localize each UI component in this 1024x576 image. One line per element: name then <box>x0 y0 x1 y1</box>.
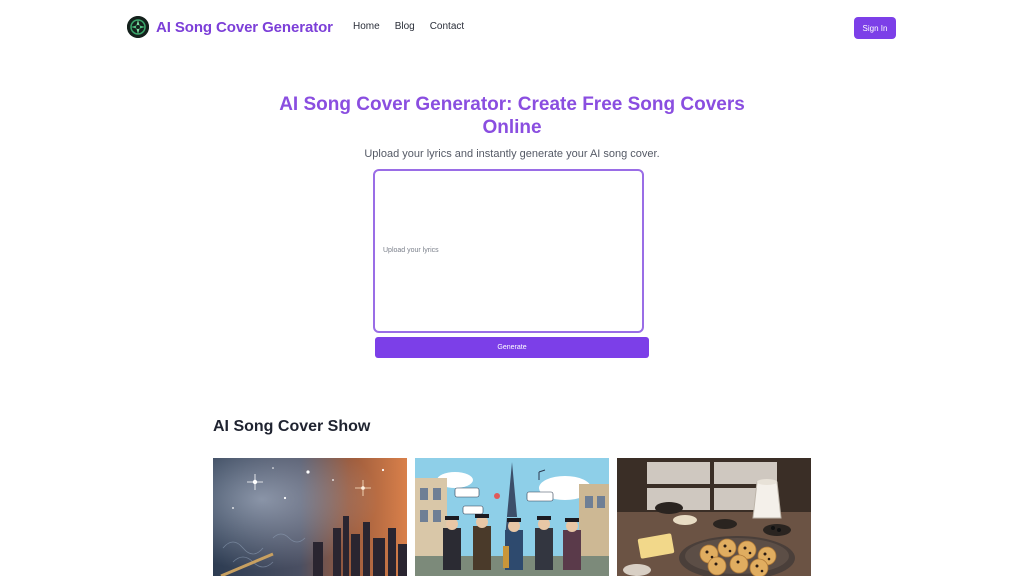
nav-contact-link[interactable]: Contact <box>430 21 464 32</box>
page-title: AI Song Cover Generator: Create Free Son… <box>279 94 745 138</box>
lyrics-input[interactable] <box>373 169 644 333</box>
brand-name: AI Song Cover Generator <box>156 18 333 36</box>
nav-home-link[interactable]: Home <box>353 21 380 32</box>
section-title: AI Song Cover Show <box>213 418 371 435</box>
cover-card-space-city[interactable] <box>213 458 407 576</box>
generate-button[interactable]: Generate <box>375 337 649 358</box>
logo-icon <box>127 16 149 38</box>
brand-link[interactable]: AI Song Cover Generator <box>127 16 333 38</box>
header: AI Song Cover Generator Home Blog Contac… <box>0 0 1024 56</box>
cover-gallery <box>213 458 811 576</box>
page-subtitle: Upload your lyrics and instantly generat… <box>364 148 660 160</box>
nav-blog-link[interactable]: Blog <box>395 21 415 32</box>
space-city-image <box>213 458 407 576</box>
baking-image <box>617 458 811 576</box>
paris-band-image <box>415 458 609 576</box>
cover-card-baking[interactable] <box>617 458 811 576</box>
main-nav: Home Blog Contact <box>353 21 464 32</box>
cover-card-paris-band[interactable] <box>415 458 609 576</box>
page: AI Song Cover Generator Home Blog Contac… <box>0 0 1024 576</box>
sign-in-button[interactable]: Sign In <box>854 17 896 39</box>
